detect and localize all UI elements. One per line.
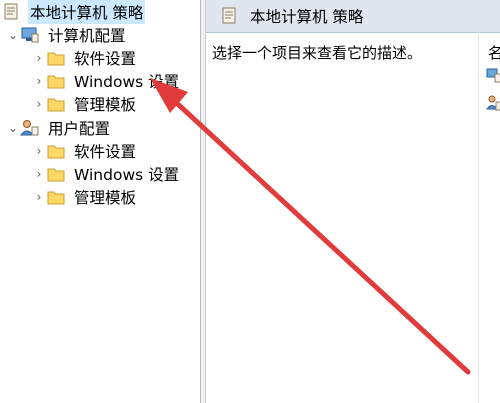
chevron-down-icon[interactable]: ⌄ <box>6 121 20 135</box>
tree-item-label: 本地计算机 策略 <box>28 0 146 24</box>
tree-item-admin-templates[interactable]: › 管理模板 <box>32 92 138 115</box>
tree-item-software-settings[interactable]: › 软件设置 <box>32 46 138 69</box>
tree-item-label: 用户配置 <box>48 119 111 138</box>
column-divider <box>478 32 479 403</box>
user-config-icon[interactable] <box>486 95 500 111</box>
tree-item-label: 管理模板 <box>74 95 137 114</box>
chevron-right-icon[interactable]: › <box>32 144 46 158</box>
gpedit-window: 本地计算机 策略 ⌄ 计算机配置 › 软件设置 › Windows 设置 › 管… <box>0 0 500 403</box>
chevron-right-icon[interactable]: › <box>32 167 46 181</box>
tree-item-user-admin-templates[interactable]: › 管理模板 <box>32 185 138 208</box>
folder-icon <box>46 188 66 206</box>
tree-item-label: Windows 设置 <box>74 165 180 184</box>
tree-item-user-windows-settings[interactable]: › Windows 设置 <box>32 162 181 185</box>
name-column-header[interactable]: 名 <box>488 42 500 63</box>
policy-tree: 本地计算机 策略 ⌄ 计算机配置 › 软件设置 › Windows 设置 › 管… <box>0 0 200 403</box>
chevron-right-icon[interactable]: › <box>32 97 46 111</box>
tree-item-label: 软件设置 <box>74 49 137 68</box>
tree-item-label: 管理模板 <box>74 188 137 207</box>
chevron-right-icon[interactable]: › <box>32 190 46 204</box>
folder-icon <box>46 142 66 160</box>
tree-item-root[interactable]: 本地计算机 策略 <box>2 0 146 24</box>
computer-config-icon <box>20 26 40 44</box>
tree-item-label: 软件设置 <box>74 142 137 161</box>
computer-config-icon[interactable] <box>486 67 500 83</box>
chevron-down-icon[interactable]: ⌄ <box>6 28 20 42</box>
folder-icon <box>46 72 66 90</box>
folder-icon <box>46 95 66 113</box>
details-header: 本地计算机 策略 <box>206 0 500 33</box>
user-config-icon <box>19 119 40 137</box>
tree-item-user-software-settings[interactable]: › 软件设置 <box>32 139 138 162</box>
folder-icon <box>46 165 66 183</box>
tree-item-user-config[interactable]: ⌄ 用户配置 <box>6 116 112 139</box>
details-pane: 本地计算机 策略 选择一个项目来查看它的描述。 名 <box>206 0 500 403</box>
tree-item-windows-settings[interactable]: › Windows 设置 <box>32 69 181 92</box>
description-text: 选择一个项目来查看它的描述。 <box>212 44 423 62</box>
folder-icon <box>46 49 66 67</box>
tree-item-label: Windows 设置 <box>74 72 180 91</box>
details-title: 本地计算机 策略 <box>250 8 364 26</box>
policy-document-icon <box>2 3 22 21</box>
tree-item-label: 计算机配置 <box>48 26 126 45</box>
tree-item-computer-config[interactable]: ⌄ 计算机配置 <box>6 23 128 46</box>
chevron-right-icon[interactable]: › <box>32 51 46 65</box>
policy-document-icon <box>220 7 240 25</box>
chevron-right-icon[interactable]: › <box>32 74 46 88</box>
